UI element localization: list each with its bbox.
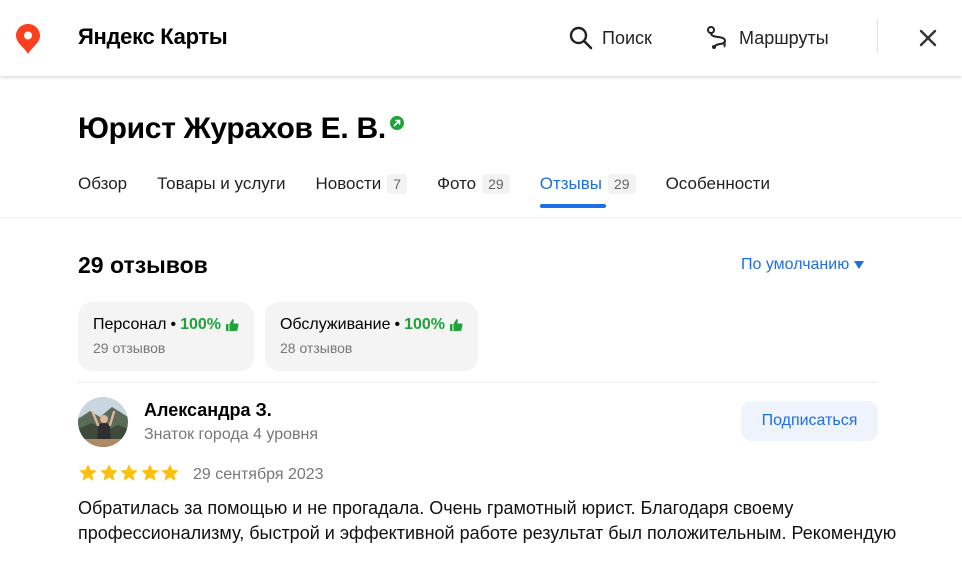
tab-label: Отзывы	[539, 174, 602, 193]
search-button[interactable]: Поиск	[568, 24, 652, 52]
tab-reviews[interactable]: Отзывы 29	[539, 170, 636, 208]
org-tabs: Обзор Товары и услуги Новости 7 Фото 29 …	[78, 170, 800, 208]
star-icon	[140, 464, 159, 481]
bullet-separator: •	[394, 316, 401, 333]
aspect-card-staff[interactable]: Персонал • 100% 29 отзывов	[78, 302, 254, 371]
review-text: Обратилась за помощью и не прогадала. Оч…	[78, 498, 897, 543]
aspect-percent: 100%	[180, 316, 221, 333]
review-author-level: Знаток города 4 уровня	[144, 426, 319, 443]
reviews-count-heading: 29 отзывов	[78, 252, 208, 278]
avatar[interactable]	[78, 397, 128, 447]
routes-button[interactable]: Маршруты	[705, 24, 829, 52]
tab-goods-services[interactable]: Товары и услуги	[157, 170, 285, 198]
tab-label: Особенности	[665, 174, 770, 193]
routes-label: Маршруты	[739, 27, 829, 48]
page-title: Юрист Журахов Е. В.	[78, 112, 386, 145]
sort-label: По умолчанию	[741, 256, 850, 273]
star-icon	[99, 464, 118, 481]
aspect-card-service[interactable]: Обслуживание • 100% 28 отзывов	[264, 302, 478, 371]
tab-count-badge: 29	[482, 174, 510, 194]
review-date: 29 сентября 2023	[193, 466, 324, 483]
review-rating-stars	[78, 463, 181, 483]
sort-dropdown[interactable]: По умолчанию	[741, 256, 865, 274]
search-label: Поиск	[602, 27, 652, 48]
tab-label: Новости	[315, 174, 382, 193]
tab-features[interactable]: Особенности	[666, 170, 770, 198]
thumbs-up-icon	[450, 319, 463, 331]
tab-photo[interactable]: Фото 29	[437, 170, 510, 198]
brand-title[interactable]: Яндекс Карты	[78, 24, 228, 50]
tab-label: Фото	[437, 174, 477, 193]
aspect-reviews-count: 29 отзывов	[93, 340, 166, 356]
route-icon	[707, 26, 727, 49]
top-header: Яндекс Карты Поиск Маршруты	[0, 0, 962, 76]
review-aspects: Персонал • 100% 29 отзывов Обслуживание …	[78, 302, 489, 371]
star-icon	[120, 464, 138, 481]
caret-down-icon	[854, 261, 865, 269]
tab-overview[interactable]: Обзор	[78, 170, 127, 198]
tab-count-badge: 7	[387, 174, 408, 194]
star-icon	[161, 464, 179, 481]
aspect-title: Персонал • 100%	[93, 316, 239, 334]
review-divider	[78, 382, 878, 383]
aspect-name: Обслуживание	[279, 316, 391, 333]
aspect-percent: 100%	[404, 316, 445, 333]
yandex-maps-pin-icon[interactable]	[16, 24, 40, 54]
aspect-title: Обслуживание • 100%	[280, 316, 463, 334]
aspect-reviews-count: 28 отзывов	[279, 340, 353, 356]
header-divider	[877, 20, 878, 52]
review-author-name[interactable]: Александра З.	[144, 400, 272, 421]
aspect-name: Персонал	[93, 316, 167, 333]
subscribe-button[interactable]: Подписаться	[741, 401, 878, 441]
verified-owner-icon[interactable]	[389, 116, 404, 130]
tab-count-badge: 29	[608, 174, 636, 194]
org-title-row: Юрист Журахов Е. В.	[78, 112, 404, 146]
tabs-divider	[0, 217, 962, 218]
tab-label: Обзор	[78, 174, 128, 193]
thumbs-up-icon	[225, 319, 239, 331]
search-icon	[569, 26, 593, 50]
tab-label: Товары и услуги	[157, 174, 286, 193]
star-icon	[79, 464, 97, 481]
tab-news[interactable]: Новости 7	[315, 170, 408, 198]
bullet-separator: •	[170, 316, 177, 333]
close-icon[interactable]	[914, 24, 942, 52]
